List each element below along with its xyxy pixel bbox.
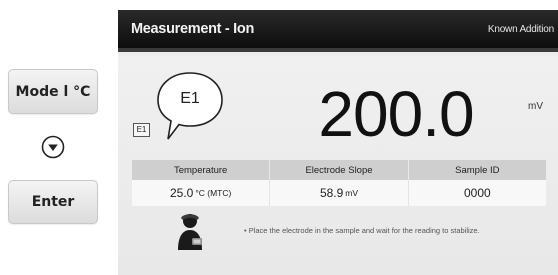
header-sample-id: Sample ID [455,164,500,176]
slope-cell: 58.9 mV [270,180,409,206]
temperature-cell: 25.0 °C (MTC) [132,180,271,206]
slope-value: 58.9 [319,186,344,200]
down-arrow-button[interactable] [40,134,66,160]
reading-value: 200.0 [318,78,474,150]
instruction-text: • Place the electrode in the sample and … [244,226,480,235]
table-header: Temperature Electrode Slope Sample ID [132,160,546,180]
mode-button-label: Mode l °C [15,83,91,100]
temperature-value: 25.0 [169,186,194,200]
header-temperature: Temperature [132,160,271,180]
temperature-unit: °C (MTC) [195,188,232,198]
screen-title: Measurement - Ion [131,21,255,37]
header-electrode-slope: Electrode Slope [270,160,409,180]
info-table: Temperature Electrode Slope Sample ID 25… [132,160,546,206]
mode-button[interactable]: Mode l °C [8,69,98,114]
reading-unit: mV [528,101,543,112]
slope-unit: mV [345,188,359,198]
down-arrow-circle-icon [41,135,65,159]
table-row: 25.0 °C (MTC) 58.9 mV 0000 [132,180,546,206]
sample-id-cell: 0000 [409,180,546,206]
bubble-label: E1 [180,90,200,107]
device-screen: Measurement - Ion Known Addition E1 E1 2… [118,10,558,275]
enter-button-label: Enter [31,194,75,210]
measurement-mode: Known Addition [487,23,554,35]
electrode-tag: E1 [133,123,150,137]
person-icon [178,214,202,250]
title-bar: Measurement - Ion Known Addition [118,10,558,52]
enter-button[interactable]: Enter [8,180,98,224]
instruction-area: • Place the electrode in the sample and … [132,210,546,260]
sample-id-value: 0000 [463,186,491,200]
